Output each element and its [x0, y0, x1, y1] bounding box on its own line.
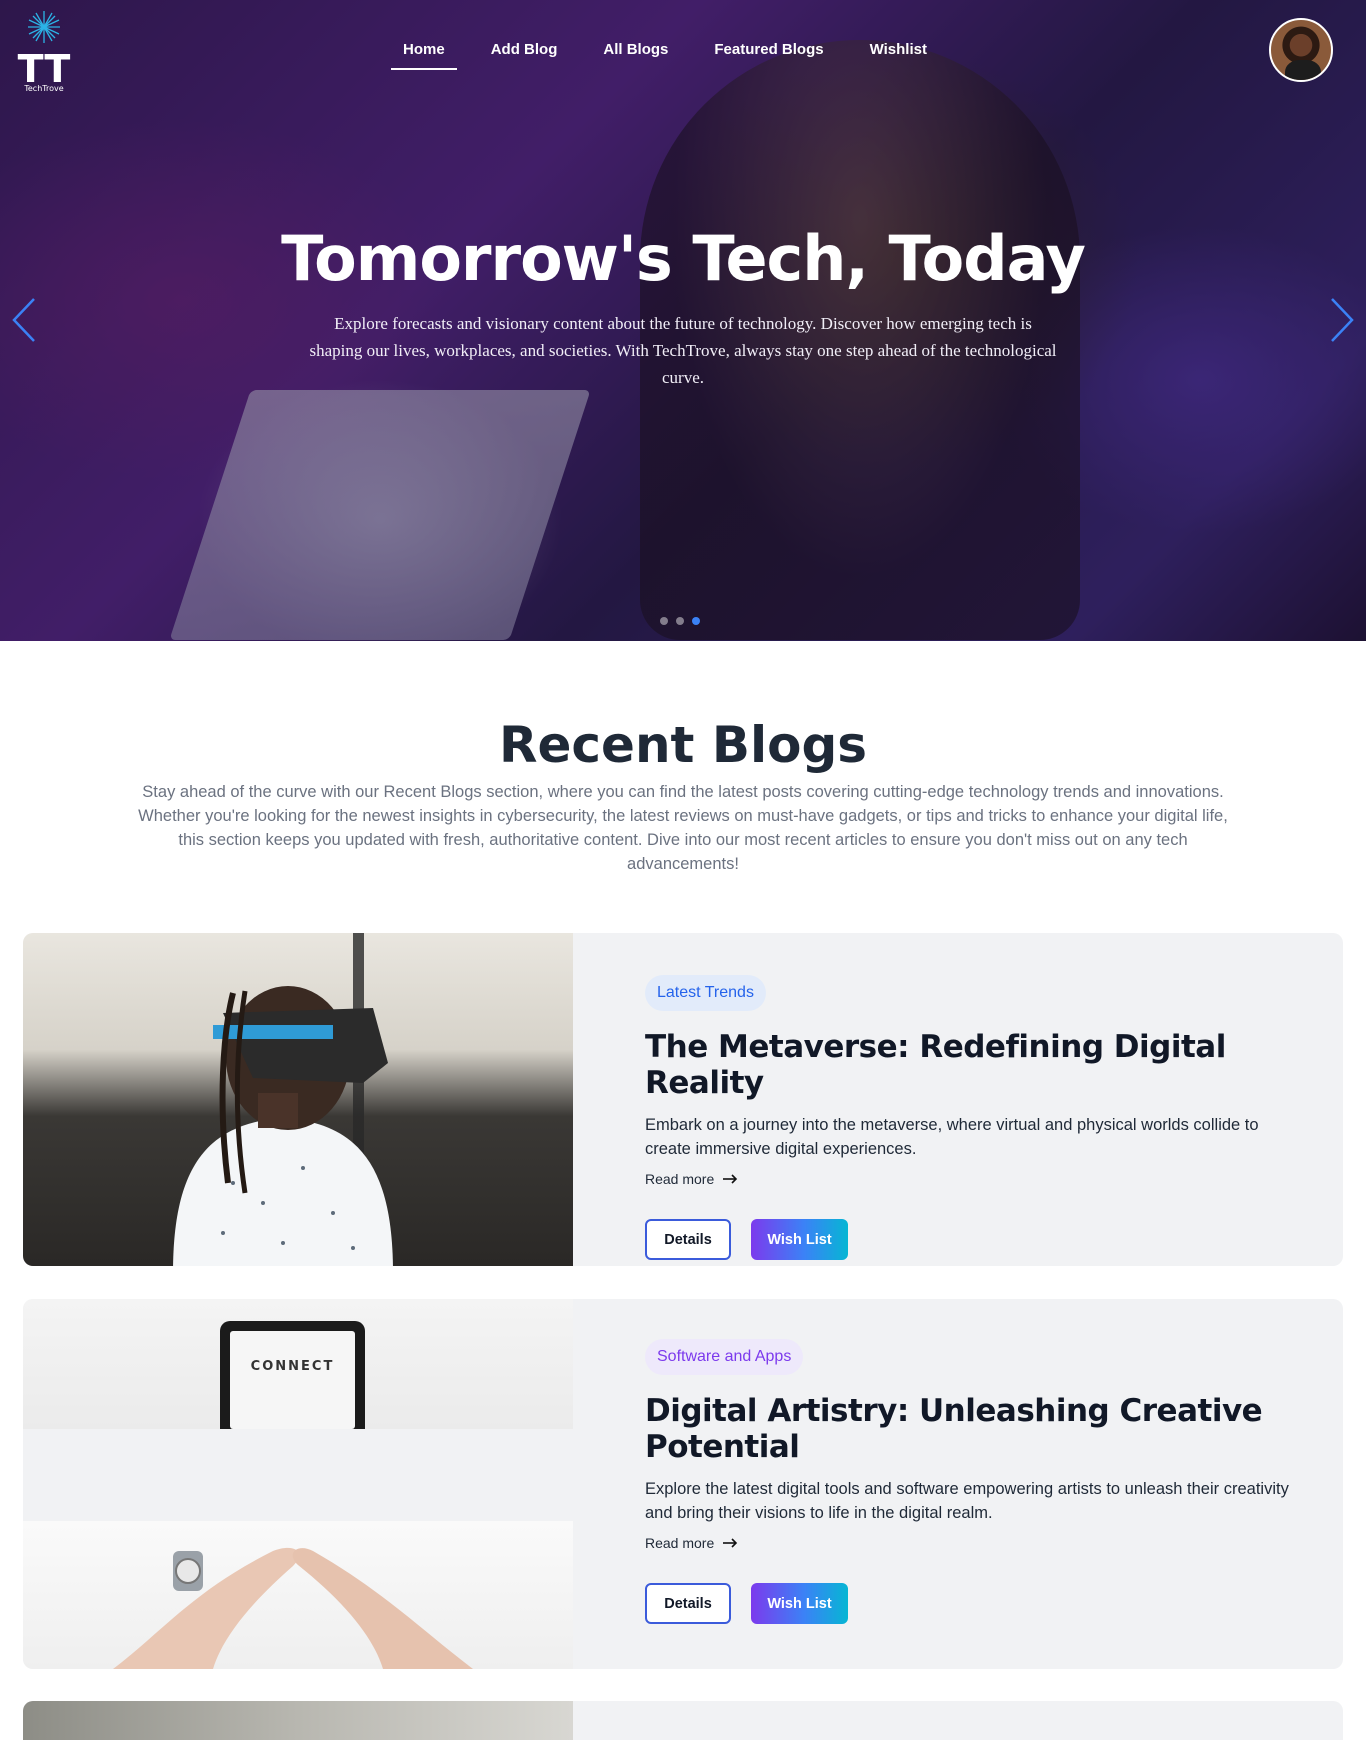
category-badge[interactable]: Latest Trends [645, 975, 766, 1011]
nav-wishlist[interactable]: Wishlist [858, 38, 939, 70]
hands-watch-image [113, 1547, 473, 1669]
blog-card: Latest Trends The Metaverse: Redefining … [23, 933, 1343, 1266]
blog-card-partial [23, 1701, 1343, 1740]
chevron-right-icon [1331, 298, 1354, 342]
chevron-left-icon [12, 298, 35, 342]
wishlist-button[interactable]: Wish List [751, 1219, 848, 1260]
nav-featured-blogs[interactable]: Featured Blogs [702, 38, 835, 70]
main-nav: Home Add Blog All Blogs Featured Blogs W… [0, 38, 1366, 70]
blog-title: Digital Artistry: Unleashing Creative Po… [645, 1393, 1263, 1465]
read-more-link[interactable]: Read more [645, 1171, 738, 1187]
category-badge[interactable]: Software and Apps [645, 1339, 804, 1375]
user-avatar[interactable] [1269, 18, 1333, 82]
carousel-dot-2[interactable] [676, 617, 684, 625]
nav-all-blogs[interactable]: All Blogs [591, 38, 680, 70]
read-more-link[interactable]: Read more [645, 1535, 738, 1551]
read-more-label: Read more [645, 1171, 715, 1187]
recent-blogs-description: Stay ahead of the curve with our Recent … [138, 783, 1228, 873]
nav-home[interactable]: Home [391, 38, 457, 70]
carousel-dot-1[interactable] [660, 617, 668, 625]
hero-title: Tomorrow's Tech, Today [281, 222, 1086, 295]
read-more-label: Read more [645, 1535, 715, 1551]
details-button[interactable]: Details [645, 1583, 731, 1624]
hero-carousel: TT TechTrove Home Add Blog All Blogs Fea… [0, 0, 1366, 641]
recent-blogs-title: Recent Blogs [498, 716, 868, 774]
tablet-screen-text: CONNECT [250, 1359, 335, 1374]
carousel-dots [660, 617, 700, 625]
blog-image-vr [23, 933, 573, 1266]
logo-subtext: TechTrove [24, 84, 64, 93]
wishlist-button[interactable]: Wish List [751, 1583, 848, 1624]
details-button[interactable]: Details [645, 1219, 731, 1260]
carousel-prev-button[interactable] [6, 295, 42, 345]
blog-image-partial [23, 1701, 573, 1740]
carousel-next-button[interactable] [1324, 295, 1360, 345]
blog-description: Embark on a journey into the metaverse, … [645, 1116, 1259, 1158]
vr-headset-person-image [173, 986, 393, 1266]
carousel-dot-3[interactable] [692, 617, 700, 625]
blog-title: The Metaverse: Redefining Digital Realit… [645, 1029, 1226, 1101]
arrow-right-icon [723, 1174, 738, 1184]
arrow-right-icon [723, 1538, 738, 1548]
blog-image-tablet: CONNECT [23, 1299, 573, 1669]
nav-add-blog[interactable]: Add Blog [479, 38, 570, 70]
hero-subtitle: Explore forecasts and visionary content … [309, 314, 1057, 387]
blog-description: Explore the latest digital tools and sof… [645, 1480, 1289, 1522]
tablet-device-image: CONNECT [220, 1321, 365, 1429]
blog-card: CONNECT Software and Apps Digital Artist… [23, 1299, 1343, 1669]
